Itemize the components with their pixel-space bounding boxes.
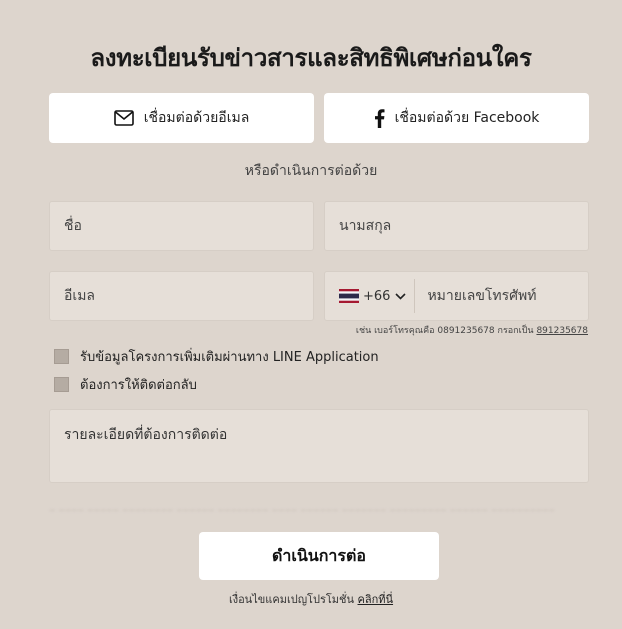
lastname-field [324,201,589,251]
lastname-input[interactable] [325,202,588,250]
email-field [49,271,314,321]
line-consent-row: รับข้อมูลโครงการเพิ่มเติมผ่านทาง LINE Ap… [54,346,379,367]
firstname-field [49,201,314,251]
or-divider-text: หรือดำเนินการต่อด้วย [244,163,378,179]
country-code-select[interactable]: +66 [325,279,416,313]
facebook-icon [374,108,385,128]
campaign-terms-link[interactable]: คลิกที่นี่ [358,593,394,606]
continue-button[interactable]: ดำเนินการต่อ [199,532,439,580]
campaign-terms-text: เงื่อนไขแคมเปญโปรโมชั่น [228,593,355,606]
firstname-input[interactable] [50,202,313,250]
phone-hint-example: 891235678 [536,326,588,336]
phone-hint-text: เช่น เบอร์โทรคุณคือ 0891235678 กรอกเป็น [355,326,534,336]
callback-consent-row: ต้องการให้ติดต่อกลับ [54,374,197,395]
line-consent-checkbox[interactable] [54,349,69,364]
connect-facebook-label: เชื่อมต่อด้วย Facebook [394,110,540,126]
callback-label: ต้องการให้ติดต่อกลับ [80,378,197,393]
phone-field: +66 [324,271,614,321]
faded-disclaimer: ‒ ‒‒‒‒ ‒‒‒‒‒ ‒‒‒‒‒‒‒‒ ‒‒‒‒‒‒ ‒‒‒‒‒‒‒‒ ‒‒… [49,505,555,516]
page-title: ลงทะเบียนรับข่าวสารและสิทธิพิเศษก่อนใคร [90,44,532,72]
campaign-terms: เงื่อนไขแคมเปญโปรโมชั่น คลิกที่นี่ [0,590,622,608]
connect-facebook-button[interactable]: เชื่อมต่อด้วย Facebook [324,93,589,143]
line-consent-label: รับข้อมูลโครงการเพิ่มเติมผ่านทาง LINE Ap… [80,350,379,365]
phone-hint: เช่น เบอร์โทรคุณคือ 0891235678 กรอกเป็น … [356,323,588,337]
details-textarea[interactable] [50,410,588,482]
callback-checkbox[interactable] [54,377,69,392]
thailand-flag-icon [339,289,359,303]
country-code-value: +66 [363,288,391,304]
chevron-down-icon [395,292,407,300]
email-input[interactable] [50,272,313,320]
details-field [49,409,589,483]
connect-email-label: เชื่อมต่อด้วยอีเมล [143,110,250,126]
mail-icon [113,110,134,126]
phone-input[interactable] [415,272,614,320]
connect-email-button[interactable]: เชื่อมต่อด้วยอีเมล [49,93,314,143]
